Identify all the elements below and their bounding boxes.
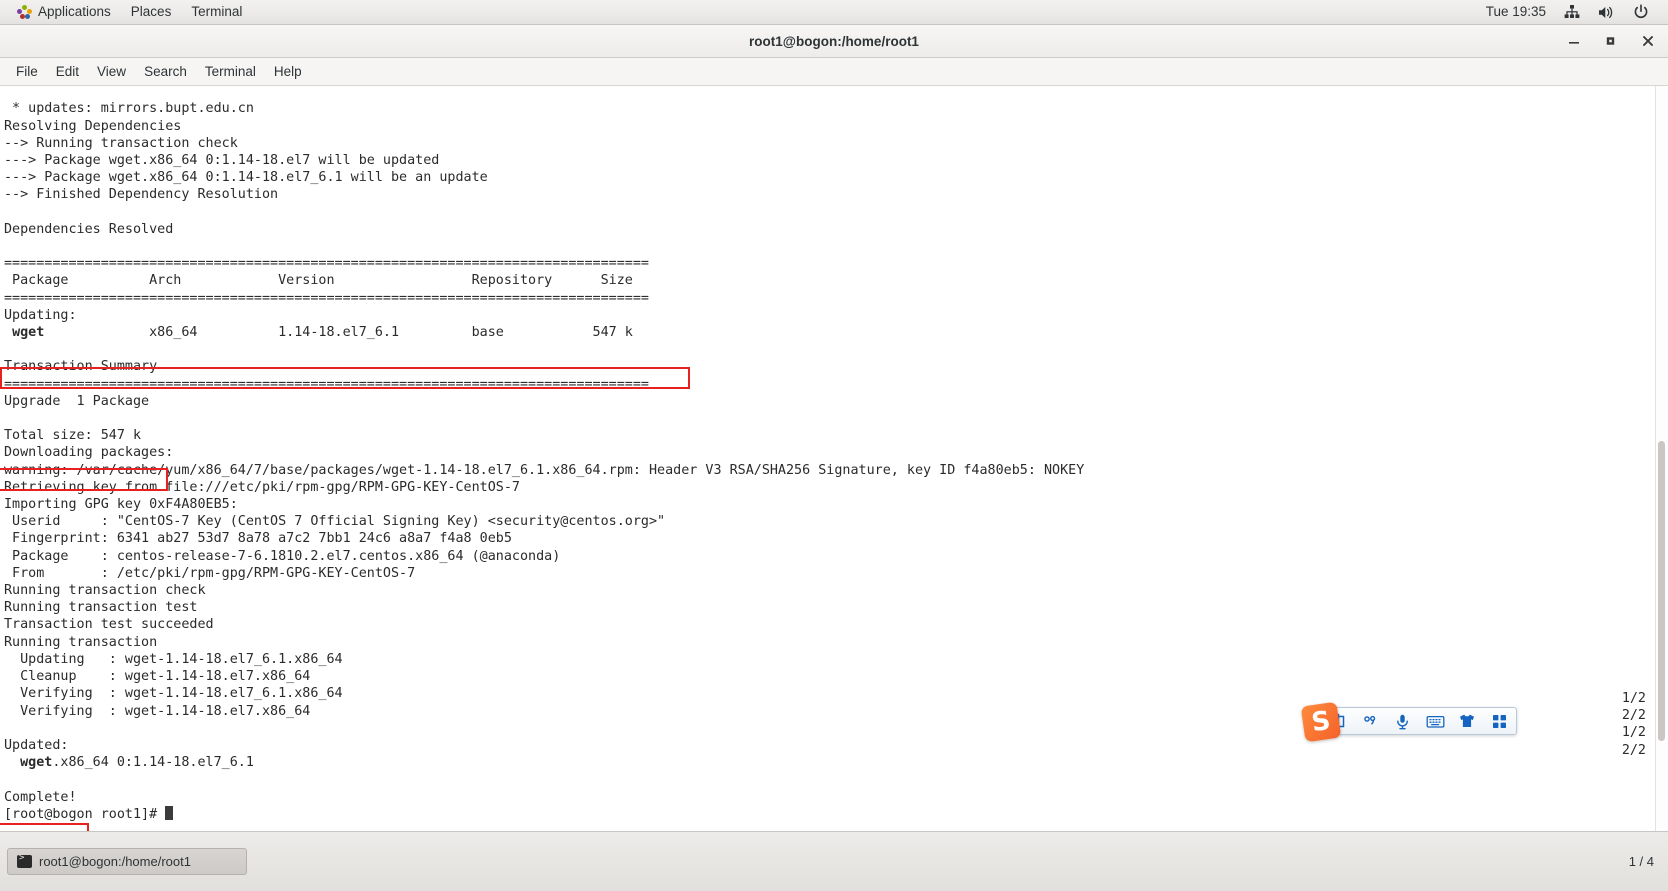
- clock-label: Tue 19:35: [1485, 4, 1546, 20]
- menu-edit-label: Edit: [55, 64, 80, 79]
- gnome-foot-icon: [17, 4, 32, 20]
- power-icon[interactable]: [1624, 0, 1658, 24]
- applications-menu[interactable]: Applications: [7, 0, 121, 24]
- panel-status-area: Tue 19:35: [1477, 0, 1668, 24]
- applications-menu-label: Applications: [38, 4, 111, 20]
- window-title: root1@bogon:/home/root1: [749, 33, 919, 49]
- terminal-text: * updates: mirrors.bupt.edu.cn Resolving…: [4, 101, 1085, 822]
- clock[interactable]: Tue 19:35: [1477, 0, 1555, 24]
- menu-edit[interactable]: Edit: [47, 61, 88, 83]
- punctuation-mode-icon[interactable]: [1354, 708, 1386, 734]
- terminal-menubar: File Edit View Search Terminal Help: [0, 58, 1668, 86]
- menu-help-label: Help: [273, 64, 302, 79]
- window-titlebar[interactable]: root1@bogon:/home/root1: [0, 25, 1668, 58]
- terminal-menu[interactable]: Terminal: [181, 0, 252, 24]
- sogou-ime-toolbar[interactable]: S: [1300, 701, 1517, 743]
- terminal-menu-label: Terminal: [191, 4, 243, 20]
- menu-search-label: Search: [144, 64, 187, 79]
- menu-file-label: File: [16, 64, 38, 79]
- taskbar-window-button[interactable]: root1@bogon:/home/root1: [7, 848, 247, 875]
- menu-terminal[interactable]: Terminal: [196, 61, 265, 83]
- soft-keyboard-icon[interactable]: [1419, 708, 1451, 734]
- menu-view-label: View: [97, 64, 127, 79]
- menu-search[interactable]: Search: [135, 61, 196, 83]
- scrollbar-thumb[interactable]: [1658, 441, 1665, 741]
- minimize-button[interactable]: [1564, 31, 1584, 51]
- terminal-icon: [17, 853, 32, 868]
- workspace-switcher[interactable]: 1 / 4: [1629, 854, 1668, 869]
- toolbox-icon[interactable]: [1484, 708, 1516, 734]
- voice-input-icon[interactable]: [1387, 708, 1419, 734]
- menu-terminal-label: Terminal: [204, 64, 256, 79]
- gnome-top-panel: Applications Places Terminal Tue 19:35: [0, 0, 1668, 25]
- volume-icon[interactable]: [1589, 0, 1624, 24]
- skin-icon[interactable]: [1451, 708, 1483, 734]
- close-button[interactable]: [1638, 31, 1658, 51]
- window-controls: [1564, 31, 1668, 51]
- menu-help[interactable]: Help: [265, 61, 311, 83]
- taskbar-window-label: root1@bogon:/home/root1: [39, 854, 191, 869]
- places-menu[interactable]: Places: [121, 0, 182, 24]
- sogou-logo-icon[interactable]: S: [1300, 701, 1342, 743]
- menu-file[interactable]: File: [7, 61, 47, 83]
- menu-view[interactable]: View: [88, 61, 135, 83]
- terminal-scrollbar[interactable]: [1655, 86, 1668, 831]
- bottom-taskbar: root1@bogon:/home/root1 1 / 4: [0, 831, 1668, 891]
- maximize-button[interactable]: [1601, 31, 1621, 51]
- transaction-progress-counters: 1/2 2/2 1/2 2/2: [1621, 691, 1646, 758]
- network-icon[interactable]: [1555, 0, 1589, 24]
- places-menu-label: Places: [130, 4, 172, 20]
- complete-highlight: [0, 823, 89, 831]
- panel-menus: Applications Places Terminal: [0, 0, 252, 24]
